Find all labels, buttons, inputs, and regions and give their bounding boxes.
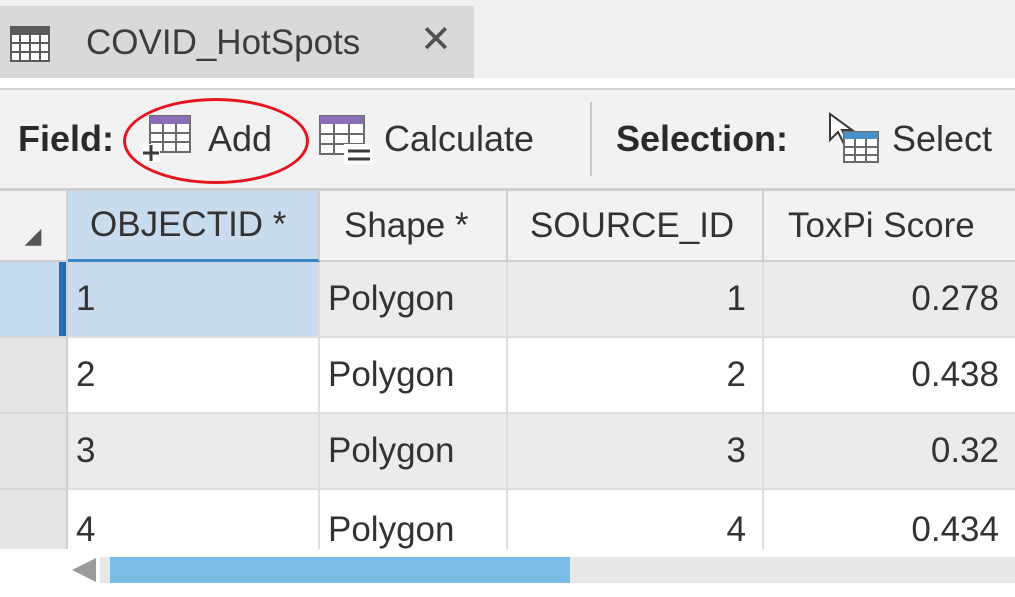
cell-objectid[interactable]: 3	[68, 414, 320, 490]
row-header[interactable]	[0, 414, 68, 490]
cell-toxpi-score[interactable]: 0.434	[764, 490, 1015, 549]
column-header-objectid[interactable]: OBJECTID *	[68, 191, 320, 262]
cell-shape[interactable]: Polygon	[320, 262, 508, 338]
add-field-button[interactable]: Add	[134, 104, 294, 176]
cell-shape[interactable]: Polygon	[320, 338, 508, 414]
cell-toxpi-score[interactable]: 0.278	[764, 262, 1015, 338]
column-header-toxpi-score[interactable]: ToxPi Score	[764, 191, 1015, 262]
column-header-source-id[interactable]: SOURCE_ID	[508, 191, 764, 262]
calculate-field-button[interactable]: Calculate	[316, 104, 566, 176]
select-by-attributes-icon	[826, 110, 882, 171]
cell-shape[interactable]: Polygon	[320, 414, 508, 490]
cell-source-id[interactable]: 1	[508, 262, 764, 338]
row-header[interactable]	[0, 262, 68, 338]
horizontal-scrollbar[interactable]	[0, 549, 1015, 597]
attribute-table: ◢ OBJECTID * Shape * SOURCE_ID ToxPi Sco…	[0, 191, 1015, 549]
close-icon[interactable]: ✕	[420, 20, 452, 60]
sort-indicator-icon: ◢	[24, 222, 42, 248]
attribute-table-toolbar: Field: Add Calculate Selection: Select	[0, 88, 1015, 191]
cell-source-id[interactable]: 2	[508, 338, 764, 414]
tab-title: COVID_HotSpots	[86, 23, 361, 62]
cell-toxpi-score[interactable]: 0.32	[764, 414, 1015, 490]
tab-strip: COVID_HotSpots ✕	[0, 0, 1015, 78]
cell-objectid[interactable]: 4	[68, 490, 320, 549]
cell-source-id[interactable]: 4	[508, 490, 764, 549]
scrollbar-thumb[interactable]	[110, 557, 570, 583]
tab-covid-hotspots[interactable]: COVID_HotSpots ✕	[0, 6, 474, 78]
select-by-attributes-button[interactable]: Select	[822, 104, 1015, 176]
add-field-label: Add	[208, 118, 273, 159]
cell-objectid[interactable]: 2	[68, 338, 320, 414]
column-header-shape[interactable]: Shape *	[320, 191, 508, 262]
add-field-icon	[142, 114, 194, 169]
row-header[interactable]	[0, 490, 68, 549]
select-label: Select	[892, 118, 993, 159]
table-corner[interactable]: ◢	[0, 191, 68, 262]
scroll-left-arrow-icon[interactable]	[72, 558, 96, 582]
row-header[interactable]	[0, 338, 68, 414]
cell-source-id[interactable]: 3	[508, 414, 764, 490]
field-label: Field:	[18, 118, 114, 159]
cell-objectid[interactable]: 1	[68, 262, 320, 338]
selection-label: Selection:	[616, 118, 789, 159]
calculate-field-label: Calculate	[384, 118, 535, 159]
cell-toxpi-score[interactable]: 0.438	[764, 338, 1015, 414]
toolbar-divider	[590, 102, 592, 176]
calculate-field-icon	[318, 114, 374, 171]
cell-shape[interactable]: Polygon	[320, 490, 508, 549]
table-icon	[10, 26, 50, 62]
